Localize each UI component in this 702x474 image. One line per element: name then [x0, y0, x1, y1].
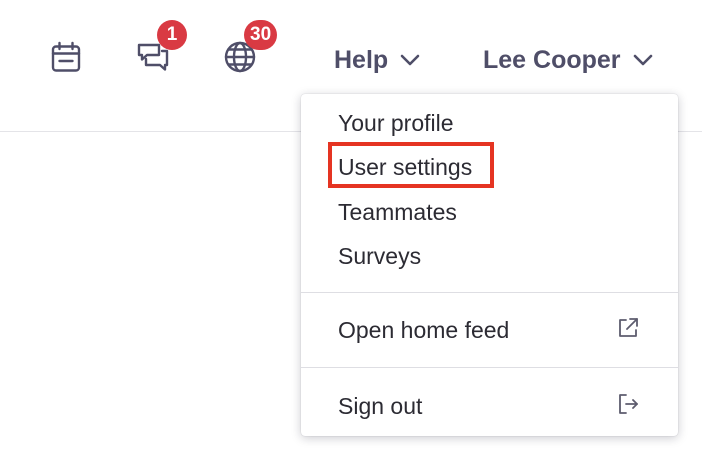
- menu-item-sign-out[interactable]: Sign out: [338, 391, 422, 421]
- notifications-count-badge: 30: [244, 20, 278, 50]
- calendar-button[interactable]: [44, 35, 88, 79]
- sign-out-icon: [619, 394, 638, 414]
- menu-divider: [301, 367, 678, 368]
- menu-item-your-profile[interactable]: Your profile: [338, 108, 454, 138]
- user-name: Lee Cooper: [483, 45, 621, 74]
- calendar-icon: [51, 41, 81, 72]
- user-menu-button[interactable]: Lee Cooper: [483, 40, 653, 80]
- menu-item-user-settings[interactable]: User settings: [338, 152, 472, 182]
- chevron-down-icon: [633, 54, 652, 66]
- chevron-down-icon: [400, 54, 420, 66]
- menu-item-open-home-feed[interactable]: Open home feed: [338, 315, 509, 345]
- user-dropdown-menu: Your profile User settings Teammates Sur…: [301, 94, 678, 436]
- menu-divider: [301, 292, 678, 293]
- help-menu-button[interactable]: Help: [334, 40, 420, 80]
- menu-item-teammates[interactable]: Teammates: [338, 197, 457, 227]
- messages-count-badge: 1: [157, 20, 187, 50]
- help-label: Help: [334, 45, 389, 74]
- menu-item-surveys[interactable]: Surveys: [338, 241, 421, 271]
- external-link-icon: [619, 318, 638, 337]
